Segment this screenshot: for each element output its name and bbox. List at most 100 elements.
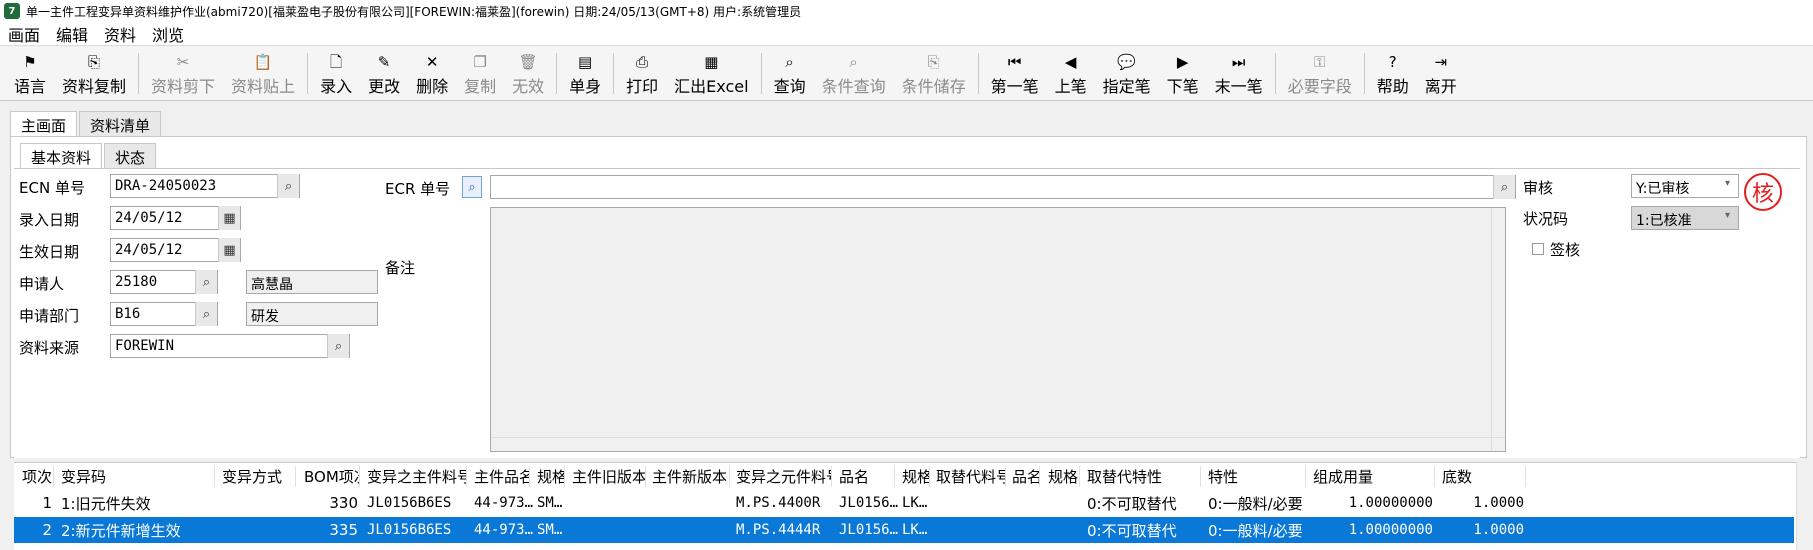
cell-main-spec: SM… [537,495,563,511]
table-row[interactable]: 1 1:旧元件失效 330 JL0156B6ES 44-973… SM… M.PS.4400… [14,490,1794,516]
column-header[interactable]: 规格 [896,465,930,487]
column-header[interactable]: 变异方式 [216,465,296,487]
toolbar-label: 复制 [464,77,497,96]
sub-tabs: 基本资料 状态 [20,143,158,169]
column-header[interactable]: 取替代料号 [930,465,1006,487]
audit-label: 审核 [1523,179,1554,197]
table-row[interactable]: 2 2:新元件新增生效 335 JL0156B6ES 44-973… SM… M.PS.44… [14,517,1794,543]
status-select[interactable]: 1:已核准 [1631,206,1739,230]
toolbar-separator [613,53,615,94]
column-header[interactable]: 品名 [833,465,895,487]
toolbar-label: 打印 [626,77,659,96]
column-header[interactable]: 规格 [531,465,565,487]
query-icon: ⌕ [849,53,858,71]
search-icon[interactable]: ⌕ [327,334,349,358]
toolbar-button-21[interactable]: ? 帮助 [1369,47,1417,100]
memo-hscroll[interactable] [491,437,1505,451]
speech-icon: 💬 [1117,53,1136,71]
toolbar-button-12[interactable]: ⌕ 查询 [766,47,814,100]
toolbar-button-15[interactable]: ⏮ 第一笔 [983,47,1047,100]
exit-icon: ⇥ [1434,53,1448,71]
ecn-label: ECN 单号 [19,179,85,197]
audit-select[interactable]: Y:已审核 [1631,174,1739,198]
toolbar-label: 末一笔 [1214,77,1263,96]
toolbar-button-16[interactable]: ◀ 上笔 [1047,47,1095,100]
column-header[interactable]: 变异之元件料号 [730,465,832,487]
tab-status[interactable]: 状态 [104,143,157,169]
toolbar-button-20[interactable]: ⚿ 必要字段 [1280,47,1360,100]
column-header[interactable]: 变异码 [55,465,215,487]
source-label: 资料来源 [19,339,80,357]
search-icon[interactable]: ⌕ [1493,175,1515,199]
toolbar-button-9[interactable]: ▤ 单身 [561,47,609,100]
column-header[interactable]: 取替代特性 [1081,465,1201,487]
memo-field[interactable] [490,207,1506,452]
menu-screen[interactable]: 画面 [0,22,48,46]
column-header[interactable]: 主件品名 [468,465,530,487]
lookup-icon[interactable]: ⌕ [462,176,482,198]
column-header[interactable]: 组成用量 [1307,465,1435,487]
toolbar-button-19[interactable]: ⏭ 末一笔 [1207,47,1271,100]
column-header[interactable]: 项次 [16,465,54,487]
menu-data[interactable]: 资料 [96,22,144,46]
column-header[interactable]: 特性 [1202,465,1306,487]
tab-basic-info[interactable]: 基本资料 [20,143,103,169]
toolbar-button-5[interactable]: ✎ 更改 [360,47,408,100]
column-header[interactable]: 变异之主件料号 [361,465,467,487]
toolbar-button-10[interactable]: ⎙ 打印 [618,47,666,100]
applicant-name: 高慧晶 [246,270,378,294]
toolbar-label: 更改 [368,77,401,96]
next-icon: ▶ [1176,53,1189,71]
dept-label: 申请部门 [19,307,80,325]
search-icon[interactable]: ⌕ [195,302,217,326]
cell-seq: 1 [42,494,52,512]
column-header[interactable]: 底数 [1436,465,1526,487]
cell-feature: 0:一般料/必要 [1208,494,1303,513]
toolbar-label: 条件储存 [901,77,966,96]
memo-vscroll[interactable] [1491,208,1505,451]
ecn-field[interactable]: DRA-24050023 [110,174,300,198]
toolbar-button-0[interactable]: ⚑ 语言 [6,47,54,100]
calendar-icon[interactable]: ▦ [218,238,240,262]
toolbar-button-1[interactable]: ⎘ 资料复制 [54,47,134,100]
search-icon[interactable]: ⌕ [195,270,217,294]
toolbar-label: 无效 [512,77,545,96]
grid-scrollbar[interactable] [1796,462,1813,550]
menu-browse[interactable]: 浏览 [144,22,192,46]
search-icon[interactable]: ⌕ [277,174,299,198]
tab-main-screen[interactable]: 主画面 [10,111,78,137]
column-header[interactable]: 规格 [1042,465,1080,487]
toolbar-button-4[interactable]: 🗋 录入 [312,47,360,100]
memo-label: 备注 [385,259,416,277]
toolbar-button-3[interactable]: 📋 资料贴上 [223,47,303,100]
ecr-field[interactable] [490,175,1516,199]
toolbar-button-17[interactable]: 💬 指定笔 [1095,47,1159,100]
toolbar-button-11[interactable]: ▦ 汇出Excel [666,47,756,100]
source-field[interactable]: FOREWIN [110,334,350,358]
column-header[interactable]: 主件新版本 [646,465,730,487]
scissors-icon: ✂ [176,53,190,71]
toolbar-button-13[interactable]: ⌕ 条件查询 [814,47,894,100]
sign-checkbox[interactable] [1532,243,1544,255]
chevron-down-icon[interactable]: ▾ [1725,178,1730,189]
cell-comp-part: M.PS.4444R [736,522,821,538]
chevron-down-icon[interactable]: ▾ [1725,210,1730,221]
toolbar-button-2[interactable]: ✂ 资料剪下 [143,47,223,100]
toolbar-button-7[interactable]: ❐ 复制 [456,47,504,100]
excel-icon: ▦ [704,53,719,71]
toolbar-label: 离开 [1424,77,1457,96]
toolbar-button-8[interactable]: 🗑 无效 [504,47,552,100]
column-header[interactable]: 品名 [1006,465,1040,487]
column-header[interactable]: 主件旧版本 [566,465,646,487]
calendar-icon[interactable]: ▦ [218,206,240,230]
toolbar-button-18[interactable]: ▶ 下笔 [1159,47,1207,100]
toolbar-button-14[interactable]: ⎘ 条件储存 [894,47,974,100]
tab-data-list[interactable]: 资料清单 [79,111,162,137]
toolbar-button-6[interactable]: ✕ 删除 [408,47,456,100]
cell-seq: 2 [42,521,52,539]
column-header[interactable]: BOM项次 [298,465,360,487]
toolbar-button-22[interactable]: ⇥ 离开 [1417,47,1465,100]
toolbar-label: 资料复制 [62,77,127,96]
menu-edit[interactable]: 编辑 [48,22,96,46]
grid-header: 项次变异码变异方式BOM项次变异之主件料号主件品名规格主件旧版本主件新版本变异之… [14,463,1794,489]
